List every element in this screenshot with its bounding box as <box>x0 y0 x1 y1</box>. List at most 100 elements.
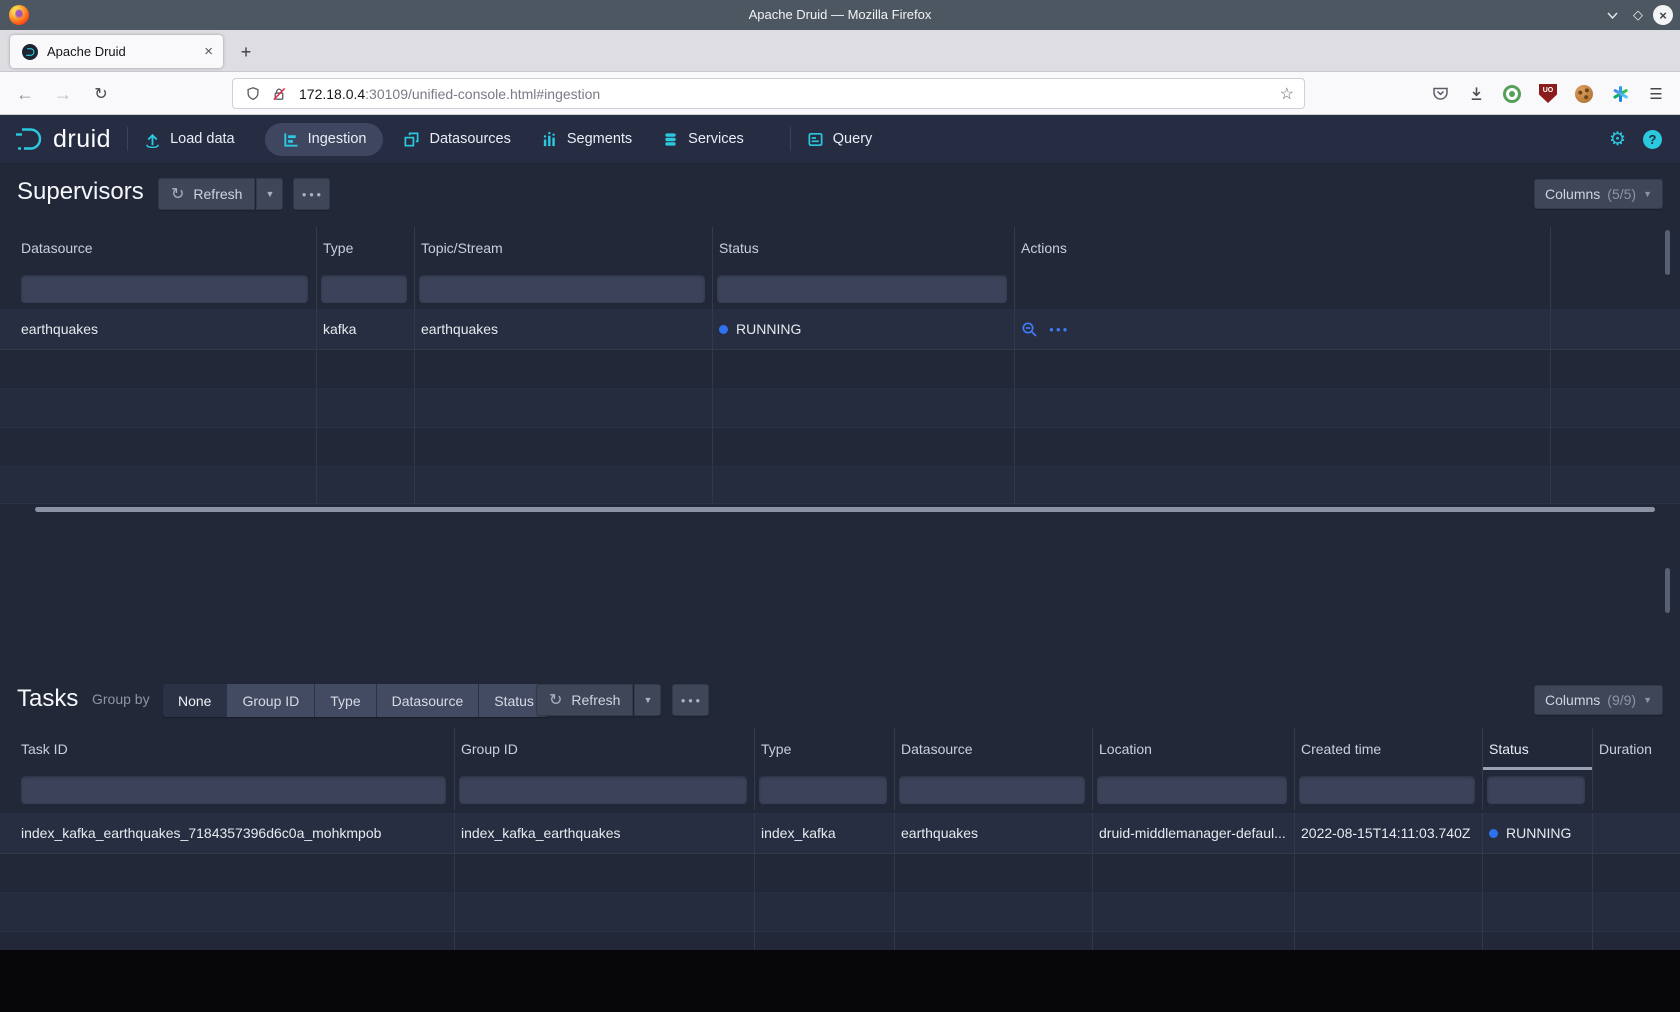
columns-label: Columns <box>1545 692 1600 708</box>
group-by-none-button[interactable]: None <box>163 684 227 717</box>
task-status[interactable]: RUNNING <box>1483 813 1593 853</box>
task-datasource[interactable]: earthquakes <box>895 813 1093 853</box>
tab-close-icon[interactable]: × <box>204 43 213 60</box>
datasource-filter-input[interactable] <box>21 275 308 303</box>
reload-icon[interactable]: ↻ <box>86 79 116 109</box>
magnifier-icon[interactable] <box>1021 321 1038 338</box>
nav-separator <box>127 127 128 151</box>
type-filter-input[interactable] <box>759 776 887 804</box>
supervisors-columns-button[interactable]: Columns (5/5) ▼ <box>1534 179 1663 209</box>
tasks-more-button[interactable]: ●●● <box>672 684 709 716</box>
help-icon[interactable]: ? <box>1643 130 1662 149</box>
back-icon[interactable]: ← <box>10 79 40 109</box>
task-id[interactable]: index_kafka_earthquakes_7184357396d6c0a_… <box>0 813 455 853</box>
nav-services[interactable]: Services <box>662 123 744 156</box>
task-row[interactable]: index_kafka_earthquakes_7184357396d6c0a_… <box>0 813 1680 854</box>
nav-query[interactable]: Query <box>807 123 873 156</box>
minimize-button[interactable] <box>1602 5 1622 25</box>
url-bar[interactable]: 172.18.0.4:30109/unified-console.html#in… <box>232 78 1305 109</box>
supervisor-type[interactable]: kafka <box>317 309 415 349</box>
cookie-extension-icon[interactable] <box>1574 84 1594 104</box>
nav-datasources[interactable]: Datasources <box>403 123 510 156</box>
supervisors-horizontal-scrollbar[interactable] <box>35 507 1655 512</box>
menu-icon[interactable]: ☰ <box>1646 84 1666 104</box>
filter-cell <box>317 269 415 309</box>
supervisor-datasource[interactable]: earthquakes <box>0 309 317 349</box>
nav-datasources-label: Datasources <box>429 131 510 147</box>
downloads-icon[interactable] <box>1466 84 1486 104</box>
filter-cell <box>895 770 1093 810</box>
task-duration[interactable] <box>1593 813 1680 853</box>
group-by-buttons: None Group ID Type Datasource Status <box>163 684 549 717</box>
close-window-button[interactable]: × <box>1653 5 1673 25</box>
col-group-id[interactable]: Group ID <box>455 728 755 770</box>
col-actions[interactable]: Actions <box>1015 227 1551 269</box>
col-status-sorted[interactable]: Status <box>1483 728 1593 770</box>
col-datasource[interactable]: Datasource <box>0 227 317 269</box>
datasource-filter-input[interactable] <box>899 776 1085 804</box>
nav-load-data[interactable]: Load data <box>144 123 235 156</box>
status-filter-input[interactable] <box>717 275 1007 303</box>
group-id-filter-input[interactable] <box>459 776 747 804</box>
nav-segments[interactable]: Segments <box>541 123 632 156</box>
filter-cell <box>1593 770 1680 810</box>
col-topic-stream[interactable]: Topic/Stream <box>415 227 713 269</box>
window-title: Apache Druid — Mozilla Firefox <box>0 0 1680 30</box>
empty-row <box>0 428 1680 467</box>
tasks-refresh-caret-button[interactable]: ▼ <box>634 684 661 716</box>
group-by-group-id-button[interactable]: Group ID <box>227 684 315 717</box>
task-id-filter-input[interactable] <box>21 776 446 804</box>
bookmark-star-icon[interactable]: ☆ <box>1280 84 1294 104</box>
topic-filter-input[interactable] <box>419 275 705 303</box>
ublock-origin-icon[interactable]: UO <box>1538 84 1558 104</box>
filter-cell <box>1015 269 1551 309</box>
task-group-id[interactable]: index_kafka_earthquakes <box>455 813 755 853</box>
col-location[interactable]: Location <box>1093 728 1295 770</box>
col-status[interactable]: Status <box>713 227 1015 269</box>
settings-gear-icon[interactable]: ⚙ <box>1609 130 1626 149</box>
pocket-icon[interactable] <box>1430 84 1450 104</box>
extension-green-icon[interactable] <box>1502 84 1522 104</box>
brand-text: druid <box>53 125 111 154</box>
status-filter-input[interactable] <box>1487 776 1585 804</box>
supervisors-vertical-scrollbar[interactable] <box>1665 230 1670 275</box>
task-type[interactable]: index_kafka <box>755 813 895 853</box>
task-created-time[interactable]: 2022-08-15T14:11:03.740Z <box>1295 813 1483 853</box>
supervisors-refresh-caret-button[interactable]: ▼ <box>256 178 283 210</box>
asterisk-extension-icon[interactable] <box>1610 84 1630 104</box>
maximize-button[interactable]: ◇ <box>1628 5 1648 25</box>
type-filter-input[interactable] <box>321 275 407 303</box>
nav-ingestion-active[interactable]: Ingestion <box>265 123 384 156</box>
task-location[interactable]: druid-middlemanager-defaul... <box>1093 813 1295 853</box>
tasks-vertical-scrollbar[interactable] <box>1665 568 1670 613</box>
tab-apache-druid[interactable]: Apache Druid × <box>10 35 223 68</box>
new-tab-button[interactable]: + <box>232 38 260 66</box>
group-by-datasource-button[interactable]: Datasource <box>377 684 480 717</box>
tasks-filter-row <box>0 770 1680 810</box>
supervisor-topic[interactable]: earthquakes <box>415 309 713 349</box>
col-created-time[interactable]: Created time <box>1295 728 1483 770</box>
supervisors-refresh-button[interactable]: ↻ Refresh <box>158 178 255 210</box>
tasks-refresh-button[interactable]: ↻ Refresh <box>536 684 633 716</box>
supervisors-more-button[interactable]: ●●● <box>293 178 330 210</box>
supervisor-row[interactable]: earthquakes kafka earthquakes RUNNING ●●… <box>0 309 1680 350</box>
refresh-label: Refresh <box>193 186 242 202</box>
group-by-type-button[interactable]: Type <box>315 684 376 717</box>
location-filter-input[interactable] <box>1097 776 1287 804</box>
col-type[interactable]: Type <box>755 728 895 770</box>
row-more-icon[interactable]: ●●● <box>1049 325 1070 334</box>
col-task-id[interactable]: Task ID <box>0 728 455 770</box>
druid-logo[interactable]: druid <box>14 125 111 154</box>
tasks-columns-button[interactable]: Columns (9/9) ▼ <box>1534 685 1663 715</box>
shield-icon[interactable] <box>243 84 263 104</box>
col-duration[interactable]: Duration <box>1593 728 1680 770</box>
col-datasource[interactable]: Datasource <box>895 728 1093 770</box>
columns-count: (9/9) <box>1607 692 1636 708</box>
forward-icon[interactable]: → <box>48 79 78 109</box>
col-type[interactable]: Type <box>317 227 415 269</box>
empty-row <box>0 350 1680 389</box>
group-by-label: Group by <box>92 691 150 707</box>
created-time-filter-input[interactable] <box>1299 776 1475 804</box>
insecure-lock-icon[interactable] <box>269 84 289 104</box>
supervisor-status[interactable]: RUNNING <box>713 309 1015 349</box>
